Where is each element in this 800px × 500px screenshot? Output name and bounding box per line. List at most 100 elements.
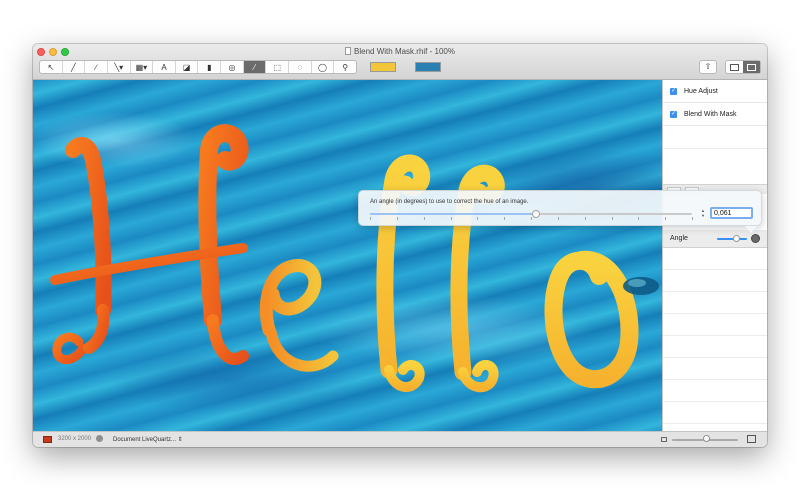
angle-slider-knob[interactable]: [733, 235, 740, 242]
slider-tick: [585, 217, 586, 220]
parameter-empty-row: [663, 314, 767, 336]
angle-popover-slider-fill: [370, 213, 535, 215]
angle-value-field[interactable]: [710, 207, 753, 219]
gradient-icon: ▦▾: [135, 62, 148, 72]
slider-tick: [424, 217, 425, 220]
zoom-slider-knob[interactable]: [703, 435, 710, 442]
document-popup-label: Document LiveQuartz...: [113, 437, 177, 443]
letter-e: [259, 259, 339, 372]
tool-arrow-select-button[interactable]: ↖: [40, 61, 63, 73]
filter-enabled-checkbox[interactable]: ✓: [670, 110, 677, 118]
zoom-icon: ⚲: [342, 62, 349, 72]
brush-icon: ╱: [71, 62, 76, 72]
filter-enabled-checkbox[interactable]: ✓: [670, 87, 677, 95]
slider-tick: [612, 217, 613, 220]
filter-row[interactable]: ✓ Blend With Mask: [663, 103, 767, 126]
eyedropper-icon: ⁄: [253, 62, 256, 72]
document-icon: [345, 47, 352, 55]
parameter-label: Angle: [670, 235, 688, 242]
slider-tick: [531, 217, 532, 220]
letter-o: [544, 250, 639, 389]
toggle-right-panel-button[interactable]: [743, 61, 760, 73]
filters-sidebar: ✓ Hue Adjust ✓ Blend With Mask Angle: [662, 80, 767, 431]
parameter-empty-row: [663, 380, 767, 402]
filter-label: Hue Adjust: [684, 87, 718, 95]
tool-rect-select-button[interactable]: ⬚: [266, 61, 290, 73]
window-title: Blend With Mask.rhif - 100%: [354, 47, 455, 56]
parameter-empty-row: [663, 270, 767, 292]
filter-row[interactable]: ✓ Hue Adjust: [663, 80, 767, 103]
zoom-in-icon[interactable]: [747, 435, 756, 443]
bookmark-icon: ▮: [207, 62, 212, 72]
parameter-info-icon[interactable]: [751, 234, 760, 243]
fill-color-swatch[interactable]: [370, 62, 396, 72]
image-canvas[interactable]: [33, 80, 662, 431]
angle-popover: An angle (in degrees) to use to correct …: [358, 190, 762, 233]
tool-lasso-button[interactable]: ◯: [312, 61, 335, 73]
right-panel-icon: [747, 63, 756, 71]
empty-filter-row: [663, 126, 767, 149]
title-bar: Blend With Mask.rhif - 100% ↖ ╱ ∕ ╲▾ ▦▾ A ◪ ▮ ◎ ⁄…: [33, 44, 767, 80]
parameter-empty-row: [663, 358, 767, 380]
parameter-list: [663, 248, 767, 424]
slider-tick: [558, 217, 559, 220]
tool-brush-button[interactable]: ╱: [63, 61, 86, 73]
slider-tick: [451, 217, 452, 220]
angle-description: An angle (in degrees) to use to correct …: [370, 199, 529, 205]
angle-popover-slider[interactable]: [370, 213, 693, 220]
eraser-icon: ◪: [182, 62, 191, 72]
parameter-empty-row: [663, 336, 767, 358]
popover-arrow: [745, 226, 757, 233]
window-title-area: Blend With Mask.rhif - 100%: [33, 47, 767, 57]
letter-h: [50, 124, 249, 365]
filter-label: Blend With Mask: [684, 110, 737, 118]
slider-tick: [477, 217, 478, 220]
rect-select-icon: ⬚: [273, 62, 281, 72]
angle-popover-slider-knob[interactable]: [532, 210, 540, 218]
tool-zoom-button[interactable]: ⚲: [334, 61, 356, 73]
document-popup[interactable]: Document LiveQuartz... ⇕: [113, 436, 183, 443]
tool-text-button[interactable]: A: [153, 61, 176, 73]
slider-tick: [504, 217, 505, 220]
share-icon: ⇧: [704, 62, 712, 71]
filter-list: ✓ Hue Adjust ✓ Blend With Mask: [663, 80, 767, 126]
arrow-select-icon: ↖: [47, 62, 55, 72]
lasso-icon: ◯: [318, 62, 327, 72]
angle-slider[interactable]: [717, 238, 747, 240]
toggle-left-panel-button[interactable]: [726, 61, 743, 73]
ellipse-select-icon: ◌: [297, 62, 303, 72]
gear-icon[interactable]: [96, 435, 103, 442]
status-bar: 3200 x 2000 Document LiveQuartz... ⇕: [33, 431, 767, 447]
chevron-updown-icon: ⇕: [177, 437, 183, 443]
fx-icon: ◎: [228, 62, 236, 72]
zoom-out-icon[interactable]: [661, 437, 667, 442]
tool-smudge-button[interactable]: ∕: [85, 61, 108, 73]
tool-gradient-button[interactable]: ▦▾: [131, 61, 154, 73]
slider-tick: [397, 217, 398, 220]
share-button[interactable]: ⇧: [699, 60, 717, 74]
image-size-label: 3200 x 2000: [58, 436, 92, 442]
slider-tick: [665, 217, 666, 220]
smudge-icon: ∕: [95, 62, 97, 72]
slider-tick: [638, 217, 639, 220]
left-panel-icon: [730, 63, 739, 71]
line-icon: ╲▾: [114, 62, 124, 72]
tool-fx-button[interactable]: ◎: [221, 61, 244, 73]
parameter-empty-row: [663, 292, 767, 314]
tool-eraser-button[interactable]: ◪: [176, 61, 199, 73]
text-icon: A: [161, 62, 167, 72]
hello-artwork: [50, 124, 659, 392]
tool-eyedropper-button[interactable]: ⁄: [243, 61, 267, 73]
parameter-empty-row: [663, 402, 767, 424]
tool-bookmark-button[interactable]: ▮: [198, 61, 222, 73]
tool-ellipse-select-button[interactable]: ◌: [289, 61, 312, 73]
stroke-color-swatch[interactable]: [415, 62, 441, 72]
slider-tick: [692, 217, 693, 220]
parameter-empty-row: [663, 248, 767, 270]
angle-stepper[interactable]: ▲ ▼: [700, 208, 706, 218]
view-toggle: [725, 60, 761, 74]
island-highlight: [628, 279, 646, 287]
tool-line-button[interactable]: ╲▾: [108, 61, 131, 73]
layer-thumbnail-icon: [43, 436, 52, 443]
app-window: Blend With Mask.rhif - 100% ↖ ╱ ∕ ╲▾ ▦▾ A ◪ ▮ ◎ ⁄…: [33, 44, 767, 447]
